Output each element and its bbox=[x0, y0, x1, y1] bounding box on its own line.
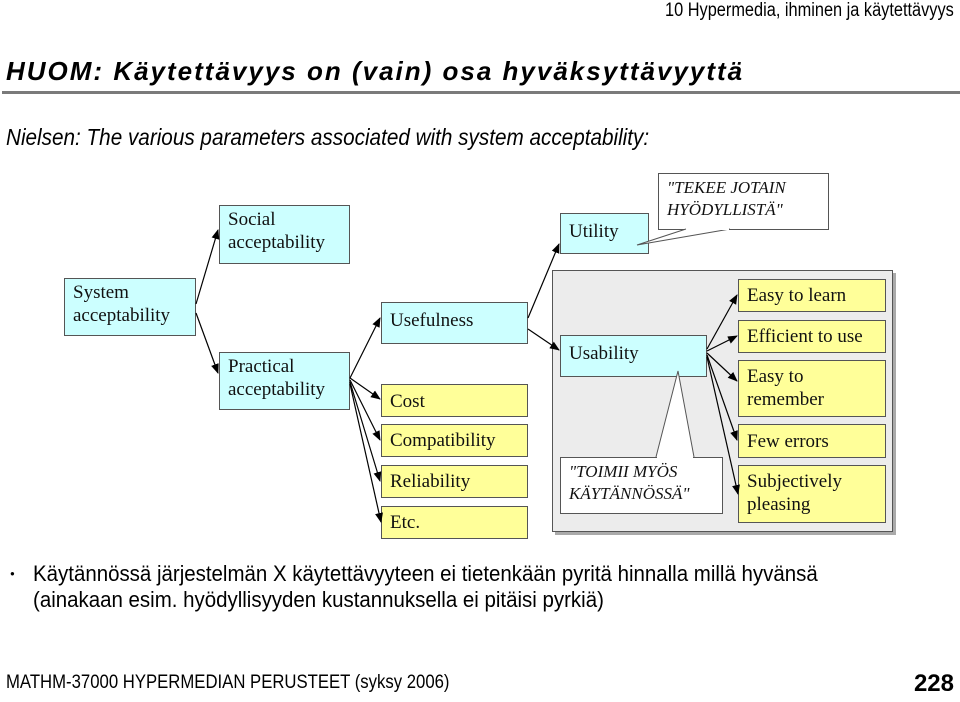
callout-line: "TEKEE JOTAIN bbox=[667, 178, 786, 197]
arrow-system-to-social bbox=[195, 229, 220, 305]
box-label-line: pleasing bbox=[747, 494, 811, 515]
arrow-practical-to-compatibility bbox=[349, 379, 381, 441]
box-utility: Utility bbox=[560, 213, 649, 254]
box-label-line: Usefulness bbox=[390, 310, 474, 331]
box-cost: Cost bbox=[381, 384, 528, 417]
callout-utility-pointer bbox=[636, 228, 731, 246]
box-label-line: Practical bbox=[228, 356, 295, 377]
box-etc: Etc. bbox=[381, 506, 528, 539]
box-label-line: acceptability bbox=[228, 379, 326, 400]
box-subjectively-pleasing: Subjectively pleasing bbox=[738, 465, 886, 523]
bullet-line: (ainakaan esim. hyödyllisyyden kustannuk… bbox=[33, 587, 604, 612]
slide-title: HUOM: Käytettävyys on (vain) osa hyväksy… bbox=[6, 56, 745, 86]
box-few-errors: Few errors bbox=[738, 424, 886, 458]
box-label-line: acceptability bbox=[228, 232, 326, 253]
arrow-practical-to-usefulness bbox=[349, 317, 381, 379]
chapter-header: 10 Hypermedia, ihminen ja käytettävyys bbox=[665, 0, 954, 21]
bullet-text: Käytännössä järjestelmän X käytettävyyte… bbox=[33, 561, 818, 613]
box-label-line: Easy to learn bbox=[747, 285, 847, 306]
title-divider bbox=[2, 91, 960, 94]
arrow-system-to-practical bbox=[195, 312, 219, 374]
box-label-line: Efficient to use bbox=[747, 326, 863, 347]
box-system-acceptability: System acceptability bbox=[64, 278, 196, 336]
box-label-line: Etc. bbox=[390, 512, 421, 533]
callout-utility: "TEKEE JOTAIN HYÖDYLLISTÄ" bbox=[658, 173, 829, 230]
box-label-line: Easy to bbox=[747, 366, 804, 387]
callout-line: "TOIMII MYÖS bbox=[569, 462, 678, 481]
box-practical-acceptability: Practical acceptability bbox=[219, 352, 350, 410]
box-label-line: Reliability bbox=[390, 471, 471, 492]
box-label-line: Compatibility bbox=[390, 430, 496, 451]
box-easy-to-learn: Easy to learn bbox=[738, 279, 886, 312]
box-label-line: Social bbox=[228, 209, 276, 230]
box-reliability: Reliability bbox=[381, 465, 528, 498]
box-label-line: Few errors bbox=[747, 431, 829, 452]
box-label-line: Usability bbox=[569, 343, 639, 364]
box-usefulness: Usefulness bbox=[381, 302, 528, 344]
callout-usability: "TOIMII MYÖS KÄYTÄNNÖSSÄ" bbox=[560, 457, 723, 514]
box-compatibility: Compatibility bbox=[381, 424, 528, 457]
box-label-line: remember bbox=[747, 389, 825, 410]
footer-course: MATHM-37000 HYPERMEDIAN PERUSTEET (syksy… bbox=[6, 672, 450, 693]
bullet-icon: ● bbox=[10, 569, 15, 578]
callout-line: HYÖDYLLISTÄ" bbox=[667, 200, 783, 219]
arrow-practical-to-cost bbox=[349, 377, 381, 400]
arrow-practical-to-reliability bbox=[349, 381, 382, 482]
box-usability: Usability bbox=[560, 335, 707, 377]
box-label-line: Utility bbox=[569, 221, 619, 242]
callout-line: KÄYTÄNNÖSSÄ" bbox=[569, 484, 690, 503]
box-social-acceptability: Social acceptability bbox=[219, 205, 350, 264]
slide-subtitle: Nielsen: The various parameters associat… bbox=[6, 124, 650, 150]
bullet-line: Käytännössä järjestelmän X käytettävyyte… bbox=[33, 561, 818, 586]
box-label-line: acceptability bbox=[73, 305, 171, 326]
arrow-practical-to-etc bbox=[349, 383, 383, 523]
box-efficient-to-use: Efficient to use bbox=[738, 320, 886, 353]
box-label-line: System bbox=[73, 282, 129, 303]
box-easy-to-remember: Easy to remember bbox=[738, 360, 886, 417]
page-number: 228 bbox=[913, 670, 954, 697]
box-label-line: Subjectively bbox=[747, 471, 842, 492]
box-label-line: Cost bbox=[390, 391, 425, 412]
